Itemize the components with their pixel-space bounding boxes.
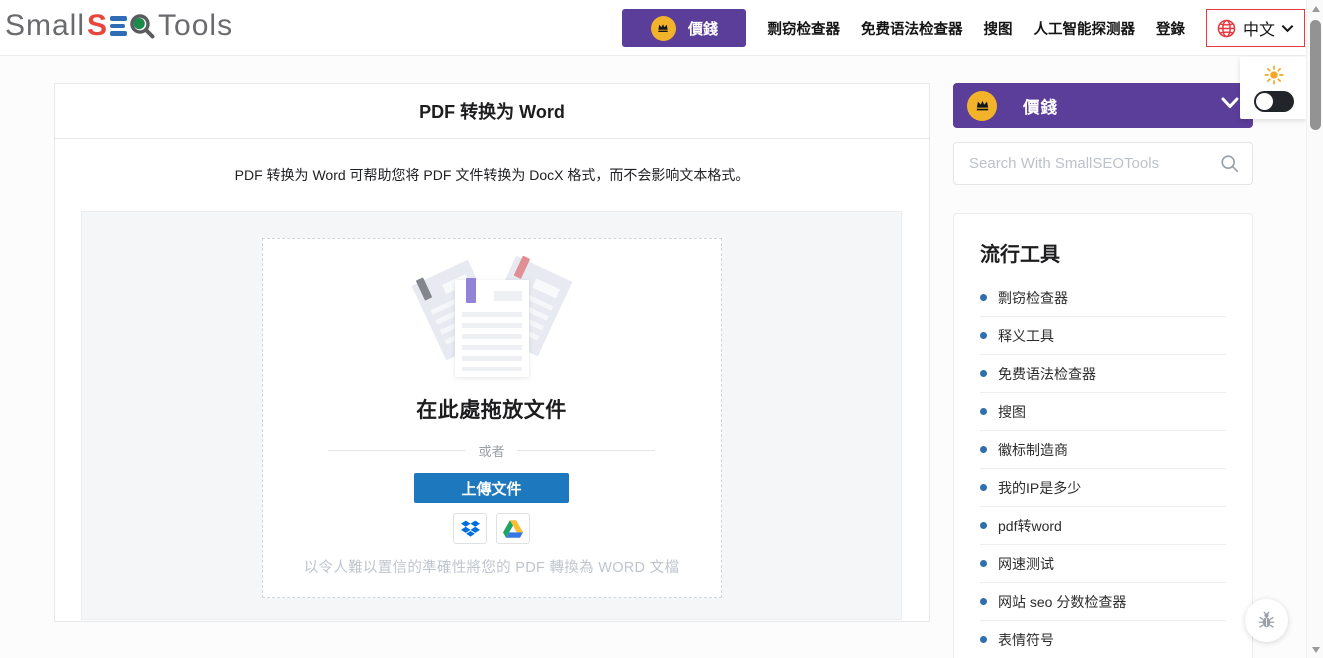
theme-panel bbox=[1240, 57, 1308, 119]
bullet-icon bbox=[980, 332, 987, 339]
cloud-import-buttons bbox=[263, 513, 721, 544]
crown-icon bbox=[651, 16, 676, 41]
pricing-button[interactable]: 價錢 bbox=[622, 9, 746, 47]
or-label: 或者 bbox=[478, 441, 504, 460]
chevron-down-icon bbox=[1281, 24, 1294, 33]
report-bug-button[interactable] bbox=[1245, 599, 1288, 642]
search-icon[interactable] bbox=[1219, 153, 1241, 175]
popular-tools-title: 流行工具 bbox=[980, 238, 1226, 267]
magnifier-icon bbox=[127, 11, 157, 41]
search-box bbox=[953, 142, 1253, 185]
logo-e-bars-icon bbox=[110, 16, 127, 36]
bullet-icon bbox=[980, 522, 987, 529]
bullet-icon bbox=[980, 560, 987, 567]
file-dropzone[interactable]: 在此處拖放文件 或者 上傳文件 bbox=[262, 238, 722, 598]
dark-mode-toggle[interactable] bbox=[1254, 91, 1294, 112]
tool-description: PDF 转换为 Word 可帮助您将 PDF 文件转换为 DocX 格式，而不会… bbox=[55, 165, 929, 185]
bullet-icon bbox=[980, 370, 987, 377]
nav-grammar-checker[interactable]: 免费语法检查器 bbox=[861, 18, 963, 39]
documents-illustration bbox=[382, 253, 602, 381]
tool-link-logo-maker[interactable]: 徽标制造商 bbox=[980, 431, 1226, 469]
bug-icon bbox=[1256, 610, 1277, 631]
tool-card: PDF 转换为 Word PDF 转换为 Word 可帮助您将 PDF 文件转换… bbox=[54, 83, 930, 622]
upload-file-button[interactable]: 上傳文件 bbox=[414, 473, 569, 503]
header: SmallS Tools 價錢 剽窃检查器 免费语法检查器 搜图 人工智能探测器… bbox=[0, 0, 1323, 56]
tool-link-grammar-checker[interactable]: 免费语法检查器 bbox=[980, 355, 1226, 393]
page: SmallS Tools 價錢 剽窃检查器 免费语法检查器 搜图 人工智能探测器… bbox=[0, 0, 1323, 658]
tool-link-seo-score-checker[interactable]: 网站 seo 分数检查器 bbox=[980, 583, 1226, 621]
scrollbar-thumb[interactable] bbox=[1310, 20, 1321, 130]
bookmark-gray bbox=[415, 277, 432, 300]
language-selector[interactable]: 中文 bbox=[1206, 9, 1305, 47]
toggle-knob bbox=[1256, 93, 1273, 110]
bookmark-red bbox=[513, 256, 530, 279]
tool-link-pdf-to-word[interactable]: pdf转word bbox=[980, 507, 1226, 545]
tool-link-what-is-my-ip[interactable]: 我的IP是多少 bbox=[980, 469, 1226, 507]
crown-icon bbox=[967, 91, 997, 121]
logo-text-small: Small bbox=[5, 9, 85, 43]
chevron-down-icon bbox=[1221, 97, 1239, 109]
bullet-icon bbox=[980, 484, 987, 491]
or-divider: 或者 bbox=[263, 441, 721, 460]
conversion-note: 以令人難以置信的準確性將您的 PDF 轉換為 WORD 文檔 bbox=[263, 556, 721, 577]
popular-tools-list: 剽窃检查器 释义工具 免费语法检查器 搜图 徽标制造商 我的IP是多少 pdf转… bbox=[980, 279, 1226, 658]
dropzone-heading: 在此處拖放文件 bbox=[263, 394, 721, 424]
dropbox-button[interactable] bbox=[453, 513, 487, 544]
page-title: PDF 转换为 Word bbox=[55, 84, 929, 139]
scroll-down-arrow[interactable] bbox=[1307, 641, 1323, 658]
scroll-up-arrow[interactable] bbox=[1307, 0, 1323, 17]
sidebar-pricing-banner[interactable]: 價錢 bbox=[953, 83, 1253, 128]
google-drive-icon bbox=[503, 520, 523, 538]
search-input[interactable] bbox=[954, 143, 1252, 184]
dropbox-icon bbox=[461, 520, 480, 537]
tool-link-paraphrasing-tool[interactable]: 释义工具 bbox=[980, 317, 1226, 355]
globe-icon bbox=[1216, 18, 1237, 39]
language-label: 中文 bbox=[1243, 16, 1275, 40]
logo-text-tools: Tools bbox=[158, 9, 233, 43]
bookmark-purple bbox=[466, 278, 476, 303]
nav-login[interactable]: 登錄 bbox=[1156, 18, 1185, 39]
bullet-icon bbox=[980, 446, 987, 453]
bullet-icon bbox=[980, 636, 987, 643]
nav-plagiarism-checker[interactable]: 剽窃检查器 bbox=[767, 18, 840, 39]
logo-text-s: S bbox=[87, 9, 108, 43]
bullet-icon bbox=[980, 598, 987, 605]
scrollbar bbox=[1306, 0, 1323, 658]
upload-area: 在此處拖放文件 或者 上傳文件 bbox=[81, 211, 902, 620]
pricing-button-label: 價錢 bbox=[688, 18, 718, 39]
nav-reverse-image-search[interactable]: 搜图 bbox=[983, 18, 1012, 39]
sidebar-pricing-label: 價錢 bbox=[1023, 94, 1058, 118]
google-drive-button[interactable] bbox=[496, 513, 530, 544]
sun-icon bbox=[1263, 64, 1285, 86]
popular-tools-card: 流行工具 剽窃检查器 释义工具 免费语法检查器 搜图 徽标制造商 我的IP是多少… bbox=[953, 213, 1253, 658]
bullet-icon bbox=[980, 294, 987, 301]
document-center bbox=[455, 280, 529, 377]
header-nav: 價錢 剽窃检查器 免费语法检查器 搜图 人工智能探测器 登錄 中文 bbox=[622, 0, 1305, 56]
tool-link-reverse-image-search[interactable]: 搜图 bbox=[980, 393, 1226, 431]
bullet-icon bbox=[980, 408, 987, 415]
tool-link-plagiarism-checker[interactable]: 剽窃检查器 bbox=[980, 279, 1226, 317]
sidebar: 價錢 流行工具 剽窃检查器 释义工具 免费语法检查器 搜图 徽标制造商 我的IP… bbox=[953, 83, 1253, 658]
nav-ai-detector[interactable]: 人工智能探测器 bbox=[1033, 18, 1135, 39]
tool-link-emoji[interactable]: 表情符号 bbox=[980, 621, 1226, 658]
tool-link-speed-test[interactable]: 网速测试 bbox=[980, 545, 1226, 583]
site-logo[interactable]: SmallS Tools bbox=[5, 9, 233, 43]
